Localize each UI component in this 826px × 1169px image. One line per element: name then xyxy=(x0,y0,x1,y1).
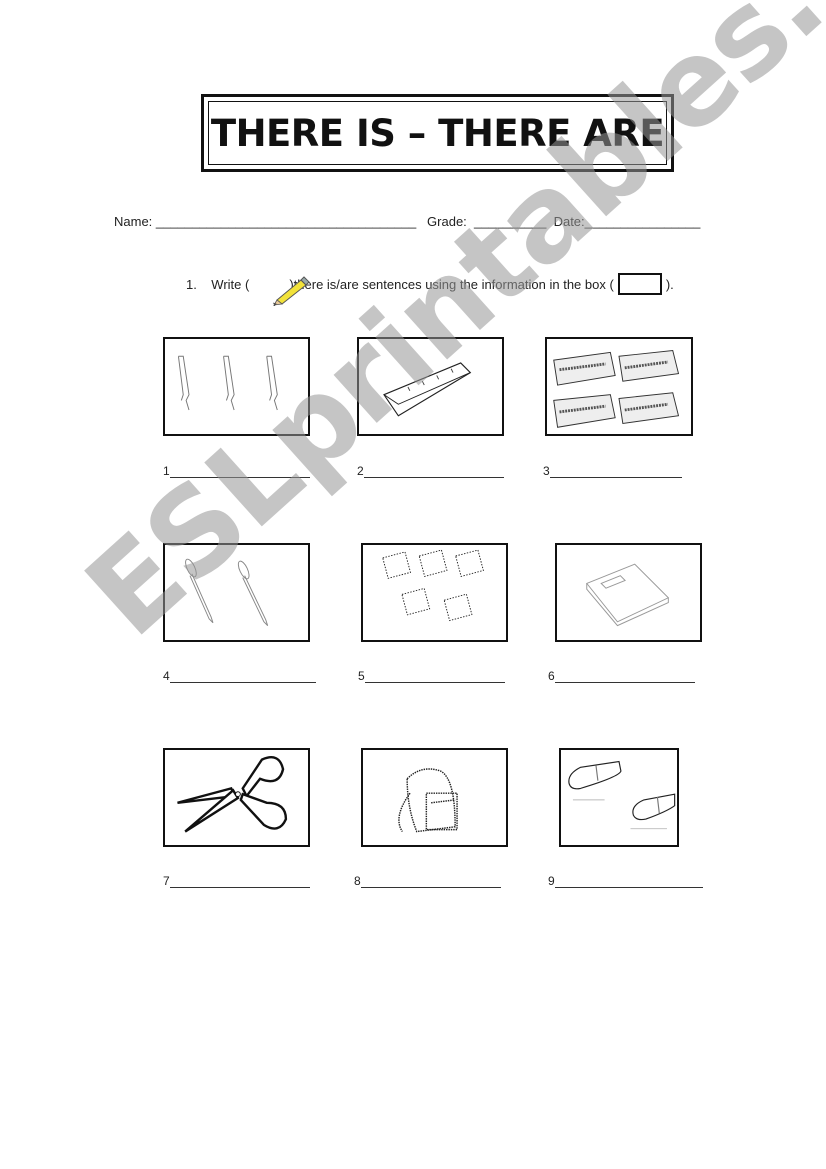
answer-number: 7 xyxy=(163,874,170,888)
worksheet-title: THERE IS – THERE ARE xyxy=(210,111,665,155)
answer-4[interactable]: 4 xyxy=(163,669,316,683)
answer-line[interactable] xyxy=(169,672,316,683)
pencil-case-icon xyxy=(553,349,680,428)
answer-number: 4 xyxy=(163,669,170,683)
answer-2[interactable]: 2 xyxy=(357,464,504,478)
name-label: Name: xyxy=(114,214,153,229)
answer-9[interactable]: 9 xyxy=(548,874,703,888)
answer-line[interactable] xyxy=(364,672,505,683)
picture-9-erasers xyxy=(559,748,679,847)
sharpener-icon xyxy=(382,549,484,622)
pen-icon xyxy=(177,355,278,411)
info-box-sample xyxy=(617,273,662,295)
pencil-icon xyxy=(185,558,269,626)
picture-7-scissors xyxy=(163,748,310,847)
name-field[interactable]: ____________________________________ xyxy=(156,214,416,229)
instruction-middle: )there is/are sentences using the inform… xyxy=(289,276,614,292)
answer-number: 8 xyxy=(354,874,361,888)
answer-1[interactable]: 1 xyxy=(163,464,310,478)
answer-number: 6 xyxy=(548,669,555,683)
answer-7[interactable]: 7 xyxy=(163,874,310,888)
answer-line[interactable] xyxy=(554,877,703,888)
answer-line[interactable] xyxy=(169,467,310,478)
answer-line[interactable] xyxy=(360,877,501,888)
picture-6-notebook xyxy=(555,543,702,642)
ruler-icon xyxy=(383,362,472,417)
answer-5[interactable]: 5 xyxy=(358,669,505,683)
answer-line[interactable] xyxy=(363,467,504,478)
notebook-icon xyxy=(585,563,670,627)
answer-8[interactable]: 8 xyxy=(354,874,501,888)
answer-3[interactable]: 3 xyxy=(543,464,682,478)
picture-8-backpack xyxy=(361,748,508,847)
instruction-prefix: Write ( xyxy=(211,276,250,292)
answer-line[interactable] xyxy=(549,467,682,478)
instruction: 1. Write ( )there is/are sentences using… xyxy=(186,269,674,308)
picture-4-pencils xyxy=(163,543,310,642)
picture-1-pens xyxy=(163,337,310,436)
answer-line[interactable] xyxy=(169,877,310,888)
eraser-icon xyxy=(568,760,676,830)
pencil-icon xyxy=(249,261,310,308)
answer-line[interactable] xyxy=(554,672,695,683)
answer-6[interactable]: 6 xyxy=(548,669,695,683)
answer-number: 3 xyxy=(543,464,550,478)
grade-field[interactable]: __________ xyxy=(474,214,546,229)
scissors-icon xyxy=(177,756,288,833)
date-field[interactable]: ________________ xyxy=(585,214,701,229)
worksheet-page: THERE IS – THERE ARE Name: _____________… xyxy=(0,0,826,1169)
grade-label: Grade: xyxy=(427,214,467,229)
backpack-icon xyxy=(398,768,458,833)
picture-2-ruler xyxy=(357,337,504,436)
answer-number: 2 xyxy=(357,464,364,478)
instruction-number: 1. xyxy=(186,276,197,292)
date-label: Date: xyxy=(553,214,585,229)
answer-number: 9 xyxy=(548,874,555,888)
picture-3-pencil-cases xyxy=(545,337,693,436)
picture-5-sharpeners xyxy=(361,543,508,642)
instruction-suffix: ). xyxy=(665,276,674,292)
answer-number: 5 xyxy=(358,669,365,683)
student-info-line: Name: __________________________________… xyxy=(114,214,700,229)
answer-number: 1 xyxy=(163,464,170,478)
title-inner-frame: THERE IS – THERE ARE xyxy=(208,101,667,165)
title-frame: THERE IS – THERE ARE xyxy=(201,94,674,172)
